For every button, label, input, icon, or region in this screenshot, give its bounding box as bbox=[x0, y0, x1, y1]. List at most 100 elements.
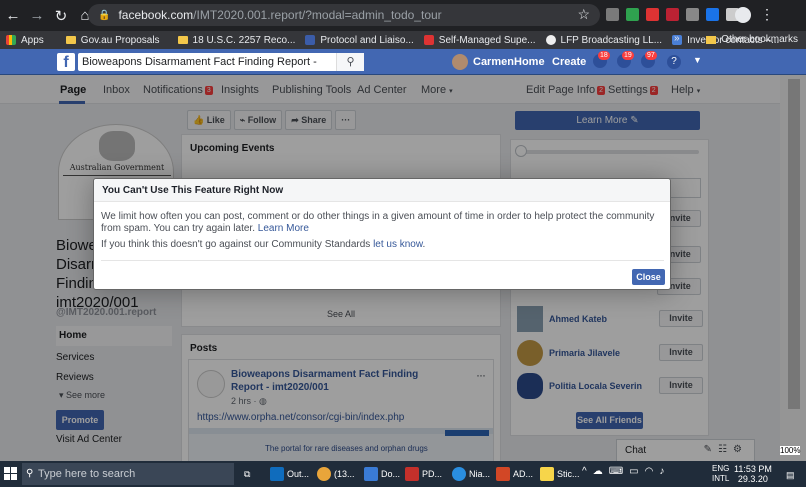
cloud-icon[interactable]: ☁ bbox=[593, 466, 609, 477]
clock[interactable]: 11:53 PM 29.3.20 bbox=[734, 464, 772, 484]
bookmark-item[interactable]: Self-Managed Supe... bbox=[423, 34, 536, 46]
windows-start-icon[interactable] bbox=[4, 467, 18, 481]
taskbar-app-sticky-notes[interactable]: Stic... bbox=[540, 465, 580, 483]
app-label: PD... bbox=[422, 469, 443, 479]
zoom-level: 100% bbox=[780, 446, 801, 455]
site-favicon-icon bbox=[305, 35, 316, 45]
create-link[interactable]: Create bbox=[552, 56, 586, 68]
taskbar-app-chrome[interactable]: (13... bbox=[317, 465, 355, 483]
taskbar-search-input[interactable]: ⚲ Type here to search bbox=[22, 463, 234, 485]
extension-icon[interactable] bbox=[666, 8, 679, 21]
taskbar-app-edge[interactable]: Nia... bbox=[452, 465, 490, 483]
rate-limit-dialog: You Can't Use This Feature Right Now We … bbox=[93, 178, 671, 290]
bookmark-label: Gov.au Proposals bbox=[80, 34, 160, 46]
apps-grid-icon bbox=[6, 35, 16, 45]
reload-icon[interactable]: ↻ bbox=[50, 7, 72, 25]
menu-kebab-icon[interactable]: ⋮ bbox=[760, 6, 774, 23]
bookmark-label: Apps bbox=[21, 34, 44, 46]
drive-icon[interactable] bbox=[626, 8, 639, 21]
system-tray: ^☁⌨▭◠♪ bbox=[582, 466, 670, 477]
logo-pane bbox=[4, 467, 10, 473]
bookmark-item[interactable]: LFP Broadcasting LL... bbox=[545, 34, 663, 46]
chrome-icon bbox=[317, 467, 331, 481]
taskbar-app-outlook[interactable]: Out... bbox=[270, 465, 309, 483]
divider bbox=[101, 260, 664, 261]
facebook-logo-icon[interactable]: f bbox=[57, 53, 75, 71]
extension-icon[interactable] bbox=[606, 8, 619, 21]
logo-pane bbox=[4, 474, 10, 480]
chevron-up-icon[interactable]: ^ bbox=[582, 466, 593, 477]
app-label: Do... bbox=[381, 469, 401, 479]
user-profile-link[interactable]: Carmen bbox=[452, 54, 514, 70]
extension-icon[interactable] bbox=[706, 8, 719, 21]
bookmark-item[interactable]: 18 U.S.C. 2257 Reco... bbox=[177, 34, 296, 46]
bookmark-label: 18 U.S.C. 2257 Reco... bbox=[192, 34, 296, 46]
folder-icon bbox=[65, 36, 76, 44]
user-name: Carmen bbox=[473, 56, 514, 68]
logo-pane bbox=[11, 467, 17, 473]
bookmarks-overflow[interactable]: » bbox=[674, 33, 680, 44]
battery-icon[interactable]: ▭ bbox=[629, 466, 644, 477]
input-language[interactable]: ENG INTL bbox=[712, 464, 729, 484]
url-host: facebook.com bbox=[118, 8, 194, 22]
pdf-icon bbox=[405, 467, 419, 481]
app-label: (13... bbox=[334, 469, 355, 479]
facebook-search-input[interactable]: Bioweapons Disarmament Fact Finding Repo… bbox=[78, 53, 364, 86]
let-us-know-link[interactable]: let us know bbox=[373, 239, 422, 250]
bookmark-label: Self-Managed Supe... bbox=[438, 34, 536, 46]
volume-icon[interactable]: ♪ bbox=[659, 466, 670, 477]
forward-arrow-icon[interactable]: → bbox=[26, 7, 48, 24]
notifications-badge: 97 bbox=[645, 51, 657, 60]
windows-taskbar: ⚲ Type here to search ⧉ Out... (13... Do… bbox=[0, 461, 806, 487]
search-placeholder: Type here to search bbox=[38, 468, 136, 480]
notifications-center-icon[interactable]: ▤ bbox=[786, 466, 795, 484]
close-button[interactable]: Close bbox=[632, 269, 665, 285]
folder-icon bbox=[706, 35, 717, 44]
search-icon[interactable]: ⚲ bbox=[336, 53, 364, 71]
help-icon[interactable]: ? bbox=[667, 55, 681, 69]
search-icon: ⚲ bbox=[26, 468, 34, 479]
bookmark-label: Protocol and Liaiso... bbox=[320, 34, 414, 46]
other-bookmarks[interactable]: Other bookmarks bbox=[706, 34, 798, 45]
clock-date: 29.3.20 bbox=[737, 474, 768, 484]
logo-pane bbox=[11, 474, 17, 480]
profile-avatar[interactable] bbox=[735, 7, 751, 23]
bookmark-item[interactable]: Protocol and Liaiso... bbox=[305, 34, 414, 46]
dialog-message: We limit how often you can post, comment… bbox=[101, 211, 667, 235]
taskbar-app-pdf[interactable]: PD... bbox=[405, 465, 442, 483]
outlook-icon bbox=[270, 467, 284, 481]
edge-icon bbox=[452, 467, 466, 481]
friend-requests-badge: 18 bbox=[598, 51, 610, 60]
app-label: Nia... bbox=[469, 469, 491, 479]
lang-layout: INTL bbox=[712, 474, 730, 483]
caret-down-icon[interactable]: ▼ bbox=[693, 55, 702, 65]
message-text: We limit how often you can post, comment… bbox=[101, 211, 655, 234]
bookmarks-bar: Apps Gov.au Proposals 18 U.S.C. 2257 Rec… bbox=[0, 31, 806, 49]
folder-icon bbox=[177, 36, 188, 44]
site-favicon-icon bbox=[423, 35, 434, 45]
bookmark-item[interactable]: Gov.au Proposals bbox=[65, 34, 160, 46]
extension-icon[interactable] bbox=[646, 8, 659, 21]
task-view-icon[interactable]: ⧉ bbox=[244, 465, 250, 483]
messages-badge: 19 bbox=[622, 51, 634, 60]
network-icon[interactable]: ⌨ bbox=[609, 466, 629, 477]
learn-more-link[interactable]: Learn More bbox=[258, 223, 309, 234]
taskbar-app-powerpoint[interactable]: AD... bbox=[496, 465, 533, 483]
message-text: If you think this doesn't go against our… bbox=[101, 239, 371, 250]
app-label: Out... bbox=[287, 469, 310, 479]
dialog-header: You Can't Use This Feature Right Now bbox=[94, 179, 670, 202]
url-path: /IMT2020.001.report/?modal=admin_todo_to… bbox=[193, 8, 442, 22]
bookmark-label: LFP Broadcasting LL... bbox=[560, 34, 663, 46]
sticky-notes-icon bbox=[540, 467, 554, 481]
site-favicon-icon bbox=[545, 35, 556, 45]
bookmark-apps[interactable]: Apps bbox=[6, 35, 44, 46]
home-link[interactable]: Home bbox=[514, 56, 545, 68]
lang-code: ENG bbox=[712, 464, 730, 473]
address-bar[interactable]: 🔒 facebook.com/IMT2020.001.report/?modal… bbox=[88, 4, 600, 26]
app-label: AD... bbox=[513, 469, 534, 479]
back-arrow-icon[interactable]: ← bbox=[2, 7, 24, 24]
extension-icon[interactable] bbox=[686, 8, 699, 21]
taskbar-app-download[interactable]: Do... bbox=[364, 465, 400, 483]
bookmark-star-icon[interactable]: ☆ bbox=[577, 6, 590, 23]
wifi-icon[interactable]: ◠ bbox=[645, 466, 660, 477]
